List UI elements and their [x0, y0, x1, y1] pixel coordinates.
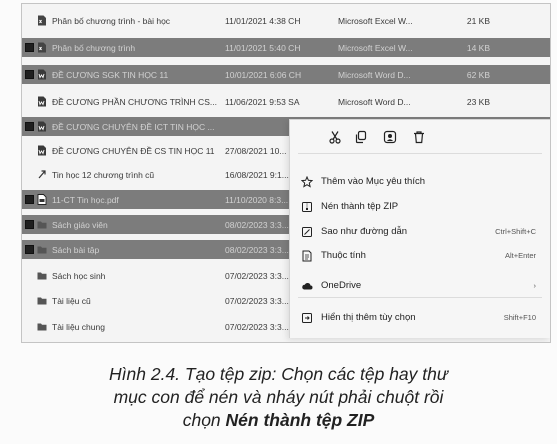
file-explorer-window: Phân bố chương trình - bài học 11/01/2021…	[21, 3, 551, 343]
file-row[interactable]: Phân bố chương trình - bài học 11/01/2021…	[22, 11, 550, 30]
excel-file-icon	[37, 15, 47, 26]
file-size: 23 KB	[466, 96, 490, 107]
menu-item[interactable]: OneDrive ›	[290, 274, 550, 296]
caption-line-2: mục con để nén và nháy nút phải chuột rồ…	[113, 387, 444, 407]
word-file-icon	[37, 145, 47, 156]
file-date-modified: 11/06/2021 9:53 SA	[225, 96, 300, 107]
menu-item[interactable]: Thuộc tính Alt+Enter	[290, 244, 550, 266]
word-file-icon	[37, 96, 47, 107]
folder-icon	[37, 295, 47, 306]
file-name: Tài liệu cũ	[52, 295, 91, 306]
copy-path-icon	[301, 225, 313, 237]
file-name: 11-CT Tin học.pdf	[52, 194, 119, 205]
delete-icon[interactable]	[412, 130, 426, 144]
star-icon	[300, 175, 314, 188]
file-date-modified: 11/01/2021 5:40 CH	[225, 42, 301, 53]
word-file-icon	[37, 69, 47, 80]
menu-item-label: Sao như đường dẫn	[321, 226, 408, 237]
file-date-modified: 10/01/2021 6:06 CH	[225, 69, 302, 80]
file-row[interactable]: ĐỀ CƯƠNG SGK TIN HỌC 11 10/01/2021 6:06 C…	[22, 65, 550, 84]
folder-icon	[37, 244, 47, 255]
menu-item[interactable]: Nén thành tệp ZIP	[290, 195, 550, 217]
shortcut-icon	[37, 169, 47, 180]
copy-icon[interactable]	[354, 130, 368, 144]
figure-caption: Hình 2.4. Tạo tệp zip: Chọn các tệp hay …	[0, 363, 557, 432]
file-name: ĐỀ CƯƠNG PHẦN CHƯƠNG TRÌNH CS...	[52, 96, 217, 107]
excel-file-icon	[37, 42, 47, 53]
checkbox-checked[interactable]	[25, 220, 34, 229]
zip-icon	[301, 200, 313, 212]
menu-item-label: Thêm vào Mục yêu thích	[321, 176, 426, 187]
file-name: Tin học 12 chương trình cũ	[52, 169, 155, 180]
file-name: ĐỀ CƯƠNG CHUYÊN ĐỀ CS TIN HỌC 11	[52, 145, 215, 156]
file-date-modified: 11/01/2021 4:38 CH	[225, 15, 301, 26]
properties-icon	[301, 249, 313, 262]
file-name: Sách học sinh	[52, 270, 106, 281]
checkbox-checked[interactable]	[25, 43, 34, 52]
file-type: Microsoft Excel W...	[338, 15, 413, 26]
folder-icon	[37, 219, 47, 230]
more-options-icon	[301, 311, 313, 323]
file-size: 62 KB	[466, 69, 490, 80]
file-row[interactable]: Phân bố chương trình 11/01/2021 5:40 CH Mi…	[22, 38, 550, 57]
file-size: 14 KB	[466, 42, 490, 53]
menu-separator	[298, 153, 542, 154]
menu-item[interactable]: Sao như đường dẫn Ctrl+Shift+C	[290, 220, 550, 242]
menu-item-label: OneDrive	[321, 280, 362, 291]
menu-item-shortcut: Ctrl+Shift+C	[495, 227, 536, 236]
menu-item-label: Hiển thị thêm tùy chọn	[321, 312, 416, 323]
menu-item-shortcut: ›	[533, 281, 537, 290]
checkbox-checked[interactable]	[25, 70, 34, 79]
file-name: ĐỀ CƯƠNG CHUYÊN ĐỀ ICT TIN HỌC ...	[52, 121, 215, 132]
checkbox-checked[interactable]	[25, 195, 34, 204]
file-size: 21 KB	[466, 15, 490, 26]
checkbox-checked[interactable]	[25, 245, 34, 254]
folder-icon	[37, 321, 47, 332]
file-type: Microsoft Word D...	[338, 96, 411, 107]
file-name: Sách bài tập	[52, 244, 100, 255]
file-name: Tài liệu chung	[52, 321, 105, 332]
word-file-icon	[37, 121, 47, 132]
cloud-icon	[301, 279, 313, 291]
share-icon[interactable]	[383, 130, 397, 144]
file-name: Phân bố chương trình	[52, 42, 136, 53]
file-row[interactable]: ĐỀ CƯƠNG PHẦN CHƯƠNG TRÌNH CS... 11/06/20…	[22, 92, 550, 111]
file-name: Sách giáo viên	[52, 219, 108, 230]
caption-line-1: Hình 2.4. Tạo tệp zip: Chọn các tệp hay …	[109, 364, 448, 384]
file-type: Microsoft Excel W...	[338, 42, 413, 53]
file-name: ĐỀ CƯƠNG SGK TIN HỌC 11	[52, 69, 169, 80]
checkbox-checked[interactable]	[25, 122, 34, 131]
caption-line-3: chọn	[182, 410, 226, 430]
menu-separator	[298, 297, 542, 298]
menu-item[interactable]: Thêm vào Mục yêu thích	[290, 170, 550, 192]
folder-icon	[37, 270, 47, 281]
caption-bold-term: Nén thành tệp ZIP	[225, 410, 375, 430]
file-type: Microsoft Word D...	[338, 69, 411, 80]
cut-icon[interactable]	[328, 130, 342, 144]
context-menu: Thêm vào Mục yêu thích Nén thành tệp ZIP S…	[289, 119, 550, 338]
pdf-file-icon	[37, 194, 47, 205]
menu-item-shortcut: Shift+F10	[503, 313, 536, 322]
menu-item-label: Thuộc tính	[321, 250, 366, 261]
menu-item-label: Nén thành tệp ZIP	[321, 201, 399, 212]
menu-item-shortcut: Alt+Enter	[504, 251, 536, 260]
file-name: Phân bố chương trình - bài học	[52, 15, 171, 26]
menu-item[interactable]: Hiển thị thêm tùy chọn Shift+F10	[290, 306, 550, 328]
